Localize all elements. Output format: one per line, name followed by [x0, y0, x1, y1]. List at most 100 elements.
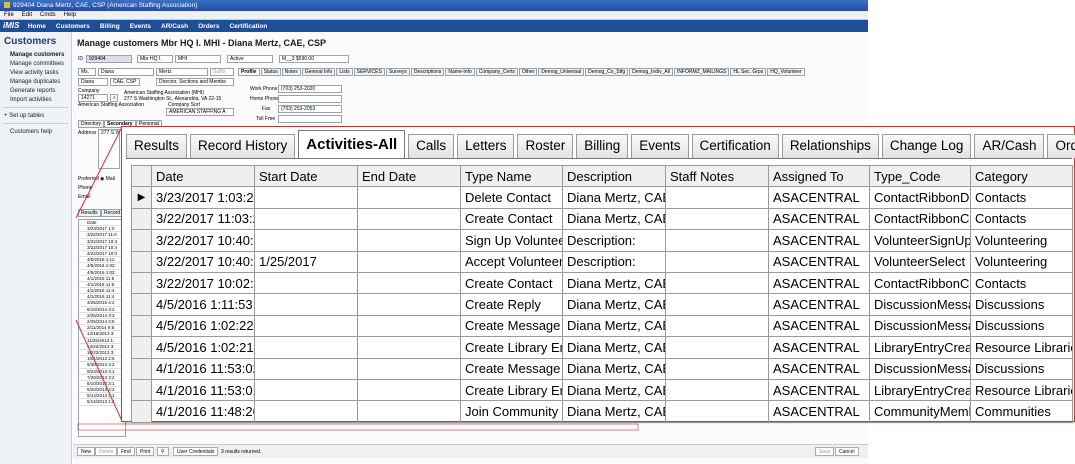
column-header-staff-notes[interactable]: Staff Notes [665, 164, 769, 188]
profile-tab-services[interactable]: SERVICES [353, 68, 385, 76]
profile-tab-demog-co-stfg[interactable]: Demog_Co_Stfg [585, 68, 629, 76]
nickname-field[interactable]: Diana [78, 78, 108, 86]
profile-tab-hl-sec-grps[interactable]: HL Sec. Grps [730, 68, 767, 76]
nav-certification[interactable]: Certification [229, 23, 267, 30]
profile-tab-company-certs[interactable]: Company_Certs [475, 68, 518, 76]
preferred-mail-radio[interactable]: ◉ Mail [100, 176, 115, 182]
tab-events[interactable]: Events [631, 134, 689, 158]
column-header-assigned-to[interactable]: Assigned To [768, 164, 870, 188]
company-id-field[interactable]: 14271 [78, 94, 108, 102]
save-button[interactable]: Save [815, 447, 835, 456]
sidebar-item-customers-help[interactable]: Customers help [0, 127, 71, 136]
new-button[interactable]: New [77, 447, 96, 456]
profile-tab-name-info[interactable]: Name-Info [445, 68, 475, 76]
tab-billing[interactable]: Billing [576, 134, 629, 158]
tab-mini-record[interactable]: Record [101, 209, 124, 217]
home-phone-field[interactable] [278, 95, 342, 103]
table-row[interactable]: 4/1/2016 11:53:01 A Create Library EntryD… [131, 378, 1073, 402]
tab-activities-all[interactable]: Activities-All [298, 130, 406, 158]
user-credentials-button[interactable]: User Credentials [173, 447, 219, 456]
table-row[interactable]: ▶ 3/23/2017 1:03:21 A Delete ContactDiana … [131, 186, 1073, 209]
nav-home[interactable]: Home [28, 23, 46, 30]
tab-roster[interactable]: Roster [517, 134, 574, 158]
profile-tab-general-info[interactable]: General Info [301, 68, 336, 76]
tab-calls[interactable]: Calls [408, 134, 455, 158]
profile-tab-other[interactable]: Other [518, 68, 538, 76]
nav-ar-cash[interactable]: AR/Cash [161, 23, 188, 30]
row-selector[interactable] [131, 207, 152, 231]
profile-tab-demog-indiv-all[interactable]: Demog_Indiv_All [629, 68, 673, 76]
profile-tab-hq-volunteer[interactable]: HQ_Volunteer [767, 68, 805, 76]
tab-directory[interactable]: Directory [78, 120, 105, 128]
tab-ar-cash[interactable]: AR/Cash [974, 134, 1045, 158]
profile-tab-profile[interactable]: Profile [238, 68, 260, 76]
row-selector[interactable] [131, 229, 152, 252]
column-header-category[interactable]: Category [970, 164, 1073, 188]
table-row[interactable]: 4/1/2016 11:53:02 A Create MessageDiana M… [131, 357, 1073, 380]
tab-relationships[interactable]: Relationships [781, 134, 879, 158]
table-row[interactable]: 3/22/2017 10:02:35 Create ContactDiana Me… [131, 271, 1073, 295]
cancel-button[interactable]: Cancel [835, 447, 859, 456]
print-button[interactable]: Print [136, 447, 155, 456]
profile-tab-demog-universal[interactable]: Demog_Universal [538, 68, 585, 76]
column-header-end-date[interactable]: End Date [357, 164, 461, 188]
table-row[interactable]: 4/5/2016 1:02:21 PN Create Library EntryD… [131, 336, 1073, 359]
column-header-date[interactable]: Date [151, 164, 255, 188]
column-header-start-date[interactable]: Start Date [254, 164, 358, 188]
toll-free-field[interactable] [278, 115, 342, 123]
nav-orders[interactable]: Orders [198, 23, 219, 30]
mini-grid-row[interactable]: 5/14/2013 1:2 [79, 399, 125, 406]
tab-mini-results[interactable]: Results [78, 209, 101, 217]
title-field[interactable]: Director, Sections and Membe [156, 78, 234, 86]
suffix-select[interactable]: Suffix [210, 68, 234, 76]
first-name-field[interactable]: Diana [98, 68, 154, 76]
category-select[interactable]: M__3 $590.00 [279, 55, 349, 63]
profile-tab-descriptions[interactable]: Descriptions [410, 68, 445, 76]
member-type-select[interactable]: Mbr HQ I. [137, 55, 173, 63]
sidebar-item-manage-committees[interactable]: Manage committees [0, 59, 71, 68]
column-header-type-name[interactable]: Type Name [460, 164, 563, 188]
table-row[interactable]: 3/22/2017 10:40:221/25/2017 Accept Volunt… [131, 250, 1073, 273]
profile-tab-lists[interactable]: Lists [336, 68, 353, 76]
row-selector[interactable]: ▶ [131, 186, 152, 209]
status-select[interactable]: Active [227, 55, 273, 63]
sidebar-item-set-up-tables[interactable]: + Set up tables [0, 111, 71, 120]
binoculars-icon[interactable]: ⚲ [157, 447, 169, 456]
table-row[interactable]: 4/5/2016 1:11:53 PN Create ReplyDiana Mer… [131, 293, 1073, 316]
row-selector[interactable] [131, 357, 152, 380]
nav-customers[interactable]: Customers [56, 23, 90, 30]
tab-orders[interactable]: Orders [1047, 134, 1075, 158]
nav-events[interactable]: Events [130, 23, 151, 30]
nav-billing[interactable]: Billing [100, 23, 120, 30]
row-selector[interactable] [131, 293, 152, 316]
tab-letters[interactable]: Letters [457, 134, 515, 158]
row-selector[interactable] [131, 400, 152, 423]
fax-field[interactable]: (703) 253-2053 [278, 105, 342, 113]
sidebar-item-manage-duplicates[interactable]: Manage duplicates [0, 77, 71, 86]
table-row[interactable]: 3/22/2017 11:03:20 Create ContactDiana Me… [131, 207, 1073, 231]
profile-tab-surveys[interactable]: Surveys [385, 68, 410, 76]
tab-certification[interactable]: Certification [691, 134, 779, 158]
profile-tab-informz-mailings[interactable]: INFORMZ_MAILINGS [673, 68, 730, 76]
company-search-icon[interactable]: ⌕ [110, 94, 118, 102]
menu-cmds[interactable]: Cmds [40, 12, 56, 18]
address-field[interactable]: 277 S Wa [98, 129, 120, 169]
tab-change-log[interactable]: Change Log [881, 134, 972, 158]
sidebar-item-import-activities[interactable]: Import activities [0, 95, 71, 104]
last-name-field[interactable]: Mertz [156, 68, 208, 76]
table-row[interactable]: 3/22/2017 10:40:22 Sign Up VolunteerDescr… [131, 229, 1073, 252]
row-selector[interactable] [131, 250, 152, 273]
sidebar-item-generate-reports[interactable]: Generate reports [0, 86, 71, 95]
tab-results[interactable]: Results [126, 134, 188, 158]
sidebar-item-manage-customers[interactable]: Manage customers [0, 50, 71, 59]
row-selector[interactable] [131, 378, 152, 402]
row-selector[interactable] [131, 336, 152, 359]
company-sort-field[interactable]: AMERICAN STAFFING A [166, 108, 234, 116]
row-selector[interactable] [131, 314, 152, 338]
profile-tab-status[interactable]: Status [260, 68, 281, 76]
menu-edit[interactable]: Edit [22, 12, 32, 18]
find-button[interactable]: Find [117, 447, 135, 456]
table-row[interactable]: 4/1/2016 11:48:26 A Join CommunityDiana M… [131, 400, 1073, 423]
menu-help[interactable]: Help [64, 12, 76, 18]
prefix-select[interactable]: Ms. [78, 68, 96, 76]
